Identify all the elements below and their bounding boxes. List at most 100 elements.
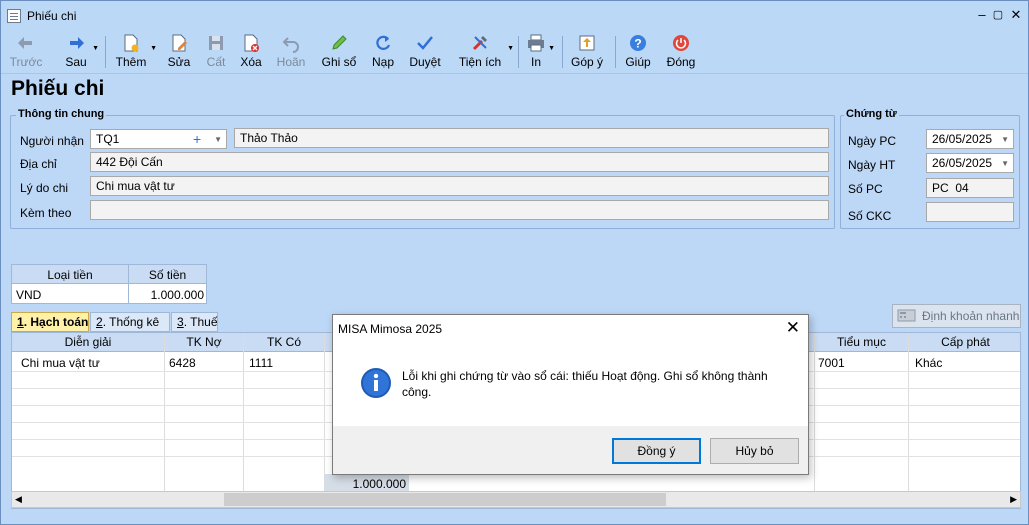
power-icon (673, 35, 689, 51)
edit-document-icon (172, 34, 187, 52)
currency-type-cell[interactable]: VND (16, 288, 41, 302)
recipient-name-field[interactable]: Thảo Thảo (234, 128, 829, 148)
calculator-icon (897, 309, 916, 322)
scroll-left-icon[interactable]: ◀ (15, 494, 22, 505)
address-field[interactable]: 442 Đội Cấn (90, 152, 829, 172)
cancel-button[interactable]: Hủy bỏ (710, 438, 799, 464)
next-button[interactable]: Sau ▼ (62, 32, 99, 72)
row-credit-cell[interactable]: 1111 (249, 356, 273, 370)
reload-button[interactable]: Nạp (370, 32, 396, 72)
voucher-label: Chứng từ (844, 108, 899, 120)
save-button[interactable]: Cất (204, 32, 228, 72)
column-divider (243, 333, 244, 492)
grant-header: Cấp phát (941, 335, 990, 349)
help-icon: ? (630, 35, 646, 51)
attachment-field[interactable] (90, 200, 829, 220)
column-divider (814, 333, 815, 492)
ckc-number-label: Số CKC (848, 209, 892, 223)
tab-accounting[interactable]: 1. Hạch toán (11, 312, 89, 332)
close-window-button[interactable]: ✕ (1005, 6, 1027, 24)
reason-label: Lý do chi (20, 181, 69, 195)
error-dialog: MISA Mimosa 2025 ✕ Lỗi khi ghi chứng từ … (332, 314, 809, 475)
toolbar-separator (105, 36, 106, 68)
info-icon (361, 368, 391, 398)
main-window: Phiếu chi – ▢ ✕ Trước Sau ▼ Thêm ▼ Sửa C… (0, 0, 1029, 525)
horizontal-scrollbar[interactable]: ◀ ▶ (11, 491, 1021, 508)
currency-type-header: Loại tiền (47, 268, 93, 282)
toolbar: Trước Sau ▼ Thêm ▼ Sửa Cất Xóa Hoãn Ghi … (1, 30, 1028, 74)
page-title: Phiếu chi (11, 77, 105, 100)
upload-box-icon (579, 35, 595, 51)
print-button[interactable]: In ▼ (525, 32, 555, 72)
utilities-button[interactable]: Tiện ích ▼ (457, 32, 514, 72)
dialog-close-icon[interactable]: ✕ (786, 318, 800, 338)
ok-button[interactable]: Đồng ý (612, 438, 701, 464)
pc-date-field[interactable]: 26/05/2025 ▼ (926, 129, 1014, 149)
amount-header: Số tiền (148, 268, 187, 282)
pc-number-field[interactable]: PC 04 (926, 178, 1014, 198)
delete-document-icon (244, 34, 259, 52)
add-button[interactable]: Thêm ▼ (114, 32, 157, 72)
row-debit-cell[interactable]: 6428 (169, 356, 196, 370)
arrow-left-icon (18, 37, 32, 49)
add-icon[interactable]: + (193, 132, 201, 146)
new-document-icon (124, 34, 139, 52)
quick-entry-button[interactable]: Định khoản nhanh (892, 304, 1021, 328)
delete-button[interactable]: Xóa (238, 32, 264, 72)
toolbar-separator (562, 36, 563, 68)
undo-button[interactable]: Hoãn (275, 32, 307, 72)
sub-item-header: Tiểu mục (837, 335, 886, 349)
edit-button[interactable]: Sửa (167, 32, 191, 72)
ht-date-label: Ngày HT (848, 158, 896, 172)
reason-field[interactable]: Chi mua vật tư (90, 176, 829, 196)
undo-icon (282, 37, 299, 53)
pc-date-label: Ngày PC (848, 134, 897, 148)
title-bar: Phiếu chi – ▢ ✕ (1, 1, 1028, 30)
dialog-title: MISA Mimosa 2025 (338, 322, 443, 336)
chevron-down-icon[interactable]: ▼ (1001, 157, 1009, 171)
approve-button[interactable]: Duyệt (407, 32, 443, 72)
utilities-dropdown-icon[interactable]: ▼ (507, 45, 514, 52)
currency-table: Loại tiền Số tiền VND 1.000.000 (11, 264, 207, 304)
printer-icon (528, 34, 544, 52)
pencil-icon (332, 35, 347, 50)
print-dropdown-icon[interactable]: ▼ (548, 45, 555, 52)
help-button[interactable]: ? Giúp (624, 32, 652, 72)
address-label: Địa chỉ (20, 157, 57, 171)
pc-number-label: Số PC (848, 182, 883, 196)
ht-date-field[interactable]: 26/05/2025 ▼ (926, 153, 1014, 173)
recipient-label: Người nhận (20, 134, 84, 148)
feedback-button[interactable]: Góp ý (570, 32, 604, 72)
attachment-label: Kèm theo (20, 206, 72, 220)
svg-text:?: ? (634, 37, 641, 51)
chevron-down-icon[interactable]: ▼ (1001, 133, 1009, 147)
row-grant-cell[interactable]: Khác (915, 356, 942, 370)
row-description-cell[interactable]: Chi mua vật tư (21, 356, 100, 370)
chevron-down-icon[interactable]: ▼ (214, 133, 222, 147)
row-sub-item-cell[interactable]: 7001 (818, 356, 845, 370)
recipient-code-field[interactable]: TQ1 + ▼ (90, 129, 227, 149)
description-header: Diễn giải (64, 335, 112, 349)
next-dropdown-icon[interactable]: ▼ (92, 45, 99, 52)
tools-icon (472, 36, 487, 51)
floppy-disk-icon (209, 36, 223, 50)
tab-statistics[interactable]: 2. Thống kê (90, 312, 170, 332)
toolbar-separator (615, 36, 616, 68)
column-divider (324, 333, 325, 492)
add-dropdown-icon[interactable]: ▼ (150, 45, 157, 52)
post-ledger-button[interactable]: Ghi sổ (320, 32, 358, 72)
scroll-right-icon[interactable]: ▶ (1010, 494, 1017, 505)
debit-account-header: TK Nợ (186, 335, 222, 349)
close-button[interactable]: Đóng (666, 32, 696, 72)
dialog-message: Lỗi khi ghi chứng từ vào sổ cái: thiếu H… (402, 369, 768, 399)
general-info-label: Thông tin chung (16, 108, 107, 120)
total-amount: 1.000.000 (352, 477, 406, 491)
ckc-number-field[interactable] (926, 202, 1014, 222)
tab-tax[interactable]: 3. Thuế (171, 312, 218, 332)
arrow-right-icon (70, 37, 84, 49)
credit-account-header: TK Có (266, 335, 301, 349)
scrollbar-thumb[interactable] (224, 493, 666, 506)
column-divider (164, 333, 165, 492)
amount-cell[interactable]: 1.000.000 (129, 288, 204, 302)
prev-button[interactable]: Trước (10, 32, 42, 72)
